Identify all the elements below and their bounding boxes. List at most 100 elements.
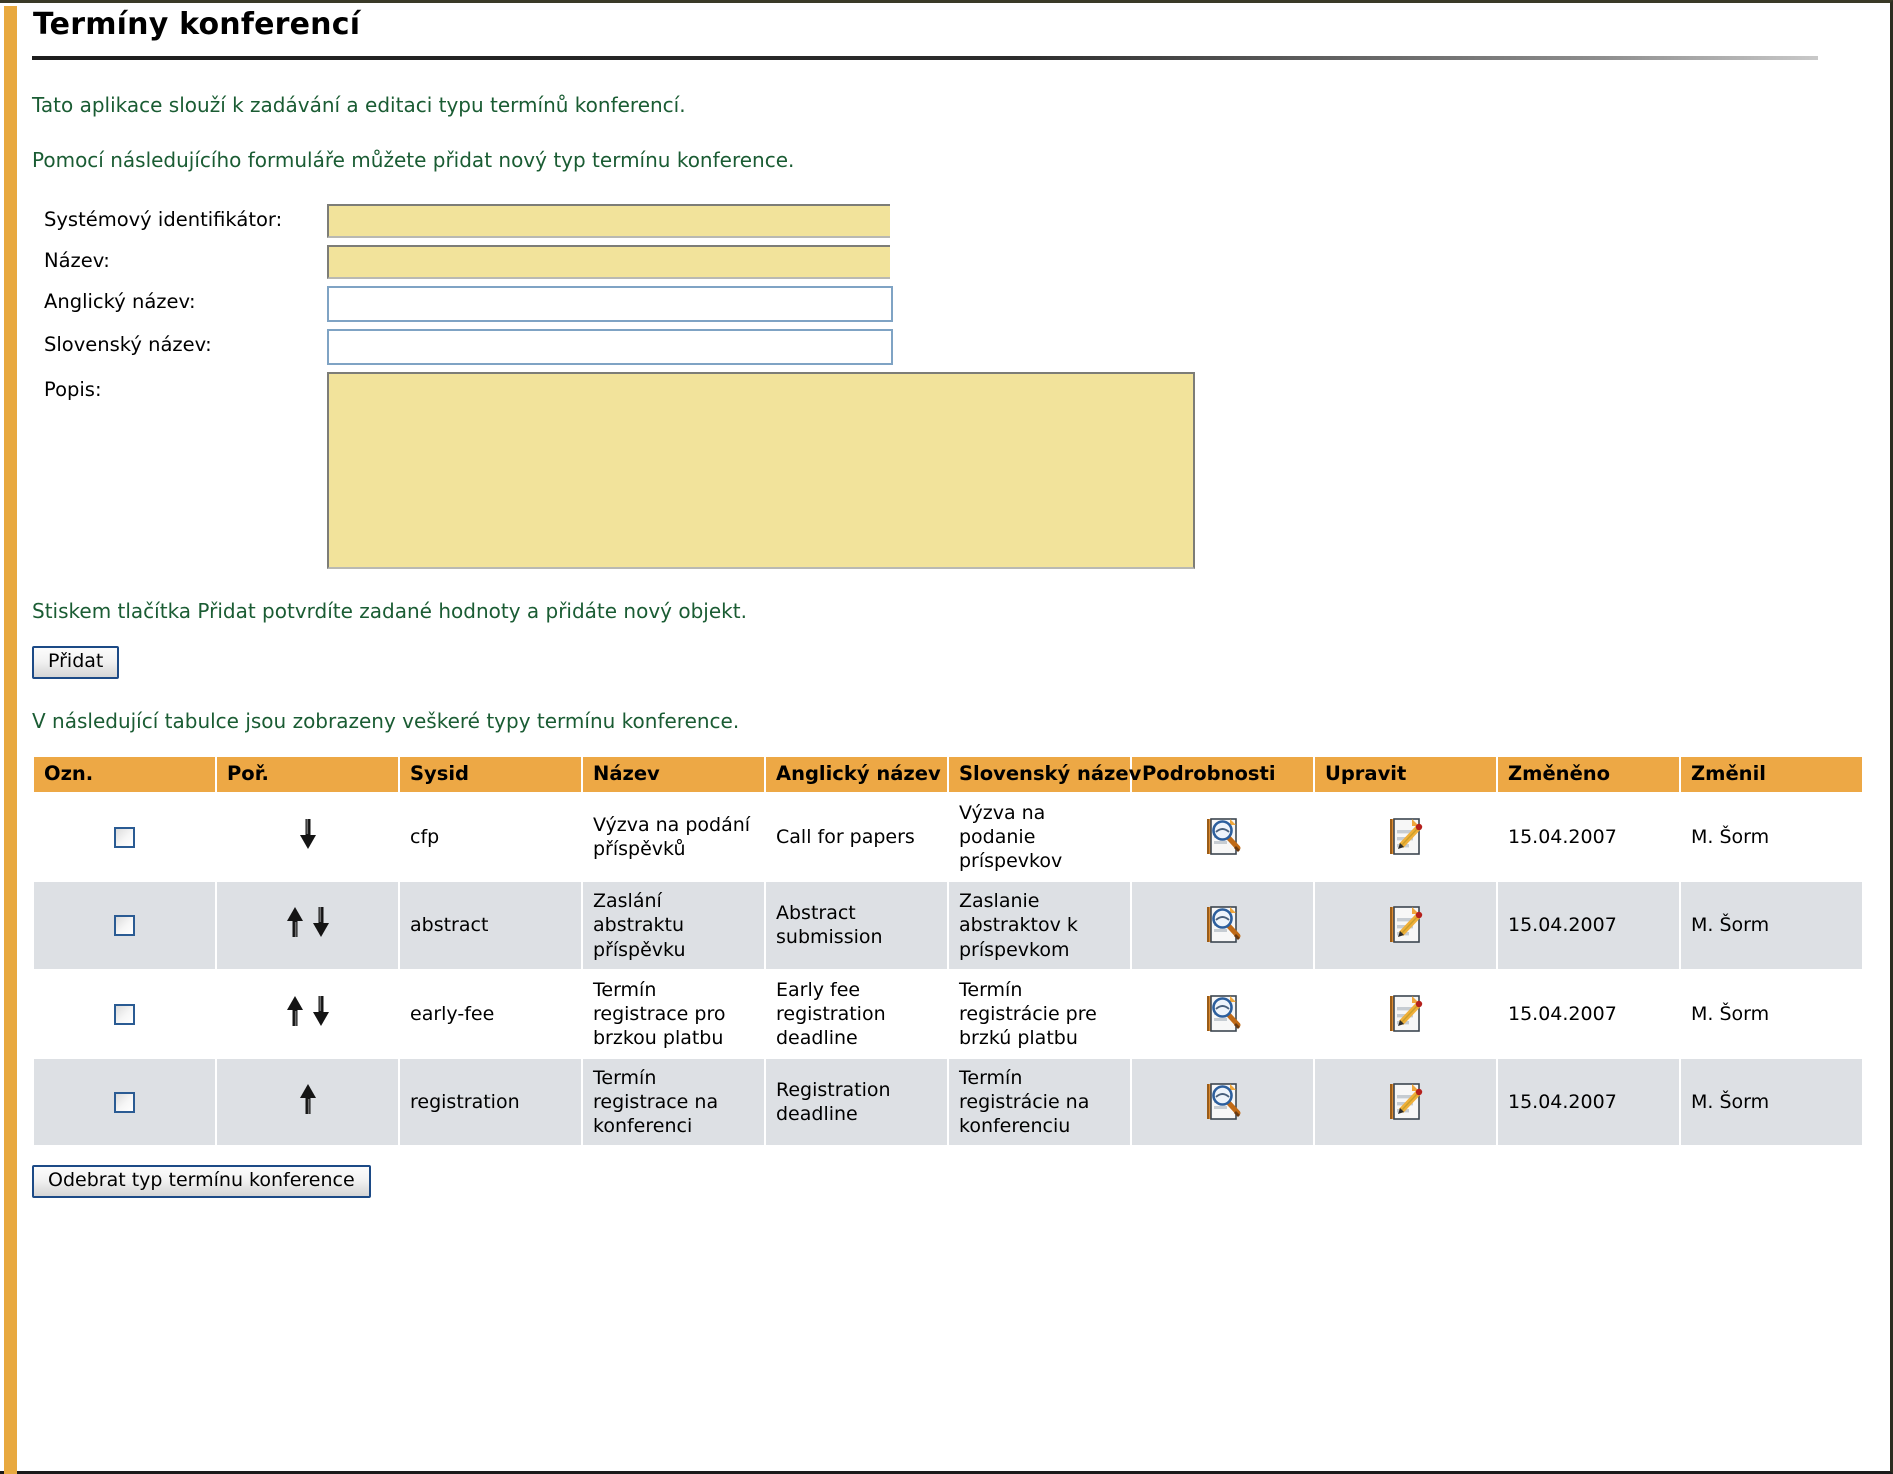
table-row: early-fee Termín registrace pro brzkou pl…	[34, 970, 1862, 1058]
cell-slovensky: Zaslanie abstraktov k príspevkom	[949, 882, 1130, 969]
cell-zmenil[interactable]: M. Šorm	[1681, 882, 1862, 969]
document-magnifier-icon[interactable]	[1202, 1081, 1244, 1123]
row-checkbox[interactable]	[114, 915, 135, 937]
column-header-ozn[interactable]: Ozn.	[34, 756, 215, 792]
anglicky-nazev-input[interactable]	[327, 286, 893, 322]
document-pencil-icon[interactable]	[1385, 993, 1427, 1035]
cell-anglicky: Abstract submission	[766, 882, 947, 969]
intro-paragraph-2: Pomocí následujícího formuláře můžete př…	[32, 148, 795, 172]
cell-zmenil[interactable]: M. Šorm	[1681, 970, 1862, 1058]
row-order-cell	[217, 1059, 398, 1146]
add-button[interactable]: Přidat	[32, 646, 120, 679]
table-row: registration Termín registrace na konfere…	[34, 1059, 1862, 1146]
up-arrow-icon[interactable]	[286, 907, 304, 938]
column-header-nazev[interactable]: Název	[583, 756, 764, 792]
remove-term-button[interactable]: Odebrat typ termínu konference	[32, 1165, 371, 1199]
label-anglicky-nazev: Anglický název:	[44, 290, 196, 313]
left-accent-stripe	[4, 6, 17, 1474]
row-checkbox[interactable]	[114, 1003, 135, 1025]
cell-sysid: early-fee	[400, 970, 581, 1058]
column-header-zmenil[interactable]: Změnil	[1681, 756, 1862, 792]
table-header: Ozn. Poř. Sysid Název Anglický název Slo…	[34, 756, 1862, 792]
cell-anglicky: Early fee registration deadline	[766, 970, 947, 1058]
order-arrows	[286, 995, 330, 1026]
row-select-cell	[34, 1059, 215, 1146]
row-order-cell	[217, 793, 398, 881]
row-select-cell	[34, 793, 215, 881]
down-arrow-icon[interactable]	[299, 819, 317, 850]
popis-textarea[interactable]	[327, 372, 1195, 569]
form-row-popis: Popis:	[30, 372, 1884, 569]
label-slovensky-nazev: Slovenský název:	[44, 333, 212, 356]
order-arrows	[299, 819, 317, 850]
cell-nazev: Termín registrace pro brzkou platbu	[583, 970, 764, 1058]
intro-paragraph-1: Tato aplikace slouží k zadávání a editac…	[32, 93, 686, 117]
nazev-input[interactable]	[327, 245, 890, 279]
cell-edit[interactable]	[1315, 1059, 1496, 1146]
up-arrow-icon[interactable]	[286, 995, 304, 1026]
column-header-slovensky[interactable]: Slovenský název	[949, 756, 1141, 792]
form-row-sysid: Systémový identifikátor:	[30, 204, 1884, 238]
document-pencil-icon[interactable]	[1385, 904, 1427, 946]
cell-nazev: Výzva na podání příspěvků	[583, 793, 764, 881]
cell-details[interactable]	[1132, 882, 1313, 969]
table-body: cfp Výzva na podání příspěvků Call for pap…	[34, 793, 1862, 1146]
row-select-cell	[34, 882, 215, 969]
column-header-por[interactable]: Poř.	[217, 756, 398, 792]
label-popis: Popis:	[44, 378, 102, 401]
cell-slovensky: Termín registrácie pre brzkú platbu	[949, 970, 1130, 1058]
cell-zmenil[interactable]: M. Šorm	[1681, 793, 1862, 881]
conference-terms-table: Ozn. Poř. Sysid Název Anglický název Slo…	[32, 755, 1864, 1148]
document-magnifier-icon[interactable]	[1202, 816, 1244, 858]
title-divider	[32, 56, 1818, 60]
submit-hint: Stiskem tlačítka Přidat potvrdíte zadané…	[32, 599, 747, 623]
cell-edit[interactable]	[1315, 793, 1496, 881]
cell-details[interactable]	[1132, 970, 1313, 1058]
cell-slovensky: Výzva na podanie príspevkov	[949, 793, 1130, 881]
slovensky-nazev-input[interactable]	[327, 329, 893, 365]
order-arrows	[299, 1084, 317, 1115]
form-row-nazev: Název:	[30, 245, 1884, 279]
row-checkbox[interactable]	[114, 1092, 135, 1114]
cell-slovensky: Termín registrácie na konferenciu	[949, 1059, 1130, 1146]
column-header-zmeneno[interactable]: Změněno	[1498, 756, 1679, 792]
cell-anglicky: Registration deadline	[766, 1059, 947, 1146]
cell-zmeneno: 15.04.2007	[1498, 793, 1679, 881]
cell-anglicky: Call for papers	[766, 793, 947, 881]
column-header-sysid[interactable]: Sysid	[400, 756, 581, 792]
form-row-anglicky-nazev: Anglický název:	[30, 286, 1884, 322]
down-arrow-icon[interactable]	[312, 907, 330, 938]
column-header-podrobnosti[interactable]: Podrobnosti	[1132, 756, 1313, 792]
order-arrows	[286, 907, 330, 938]
row-select-cell	[34, 970, 215, 1058]
row-order-cell	[217, 970, 398, 1058]
label-sysid: Systémový identifikátor:	[44, 208, 283, 231]
cell-nazev: Zaslání abstraktu příspěvku	[583, 882, 764, 969]
row-checkbox[interactable]	[114, 827, 135, 849]
down-arrow-icon[interactable]	[312, 995, 330, 1026]
cell-sysid: abstract	[400, 882, 581, 969]
cell-edit[interactable]	[1315, 882, 1496, 969]
table-row: abstract Zaslání abstraktu příspěvku Abstr…	[34, 882, 1862, 969]
document-magnifier-icon[interactable]	[1202, 904, 1244, 946]
up-arrow-icon[interactable]	[299, 1084, 317, 1115]
cell-zmeneno: 15.04.2007	[1498, 1059, 1679, 1146]
add-term-form: Systémový identifikátor: Název: Anglický…	[30, 204, 1884, 569]
column-header-anglicky[interactable]: Anglický název	[766, 756, 947, 792]
cell-zmenil[interactable]: M. Šorm	[1681, 1059, 1862, 1146]
form-row-slovensky-nazev: Slovenský název:	[30, 329, 1884, 365]
document-pencil-icon[interactable]	[1385, 1081, 1427, 1123]
page-title: Termíny konferencí	[33, 7, 361, 42]
sysid-input[interactable]	[327, 204, 890, 238]
cell-zmeneno: 15.04.2007	[1498, 882, 1679, 969]
document-pencil-icon[interactable]	[1385, 816, 1427, 858]
document-magnifier-icon[interactable]	[1202, 993, 1244, 1035]
column-header-upravit[interactable]: Upravit	[1315, 756, 1496, 792]
cell-zmeneno: 15.04.2007	[1498, 970, 1679, 1058]
page-content: Termíny konferencí Tato aplikace slouží …	[30, 3, 1884, 1471]
cell-details[interactable]	[1132, 1059, 1313, 1146]
cell-edit[interactable]	[1315, 970, 1496, 1058]
cell-details[interactable]	[1132, 793, 1313, 881]
table-header-row: Ozn. Poř. Sysid Název Anglický název Slo…	[34, 756, 1862, 792]
row-order-cell	[217, 882, 398, 969]
